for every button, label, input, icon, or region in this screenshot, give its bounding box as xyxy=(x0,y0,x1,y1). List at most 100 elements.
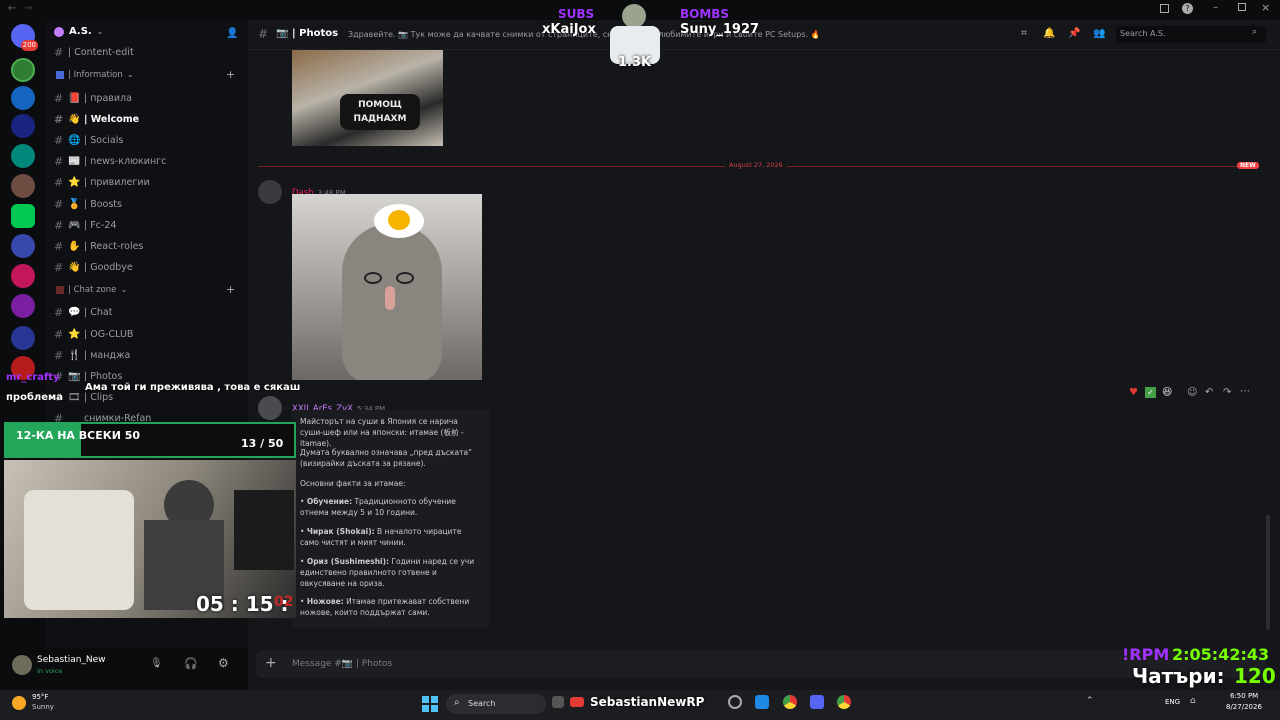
channel-item[interactable]: # 🎮 | Fc-24 xyxy=(54,215,242,235)
channel-item[interactable]: # | Content-edit xyxy=(54,42,242,62)
hash-icon: # xyxy=(54,155,64,169)
more-icon[interactable]: ⋯ xyxy=(1240,386,1250,397)
photo-attachment[interactable]: ПОМОЩ ПАДНАХМ xyxy=(292,50,443,146)
server-header[interactable]: A.S. ⌄ xyxy=(54,26,103,37)
chair xyxy=(24,490,134,610)
chrome-icon[interactable] xyxy=(837,695,851,709)
add-attachment-icon[interactable]: + xyxy=(265,655,277,671)
server-icon[interactable] xyxy=(11,326,35,350)
channel-item[interactable]: # 📕 | правила xyxy=(54,88,242,108)
message-composer[interactable]: + Message #📷 | Photos xyxy=(256,650,1266,678)
channel-item[interactable]: # 📰 | news-клюкингс xyxy=(54,152,242,172)
category-header[interactable]: | Chat zone ⌄ xyxy=(56,285,128,295)
heart-icon[interactable]: ♥ xyxy=(1129,387,1138,398)
wifi-icon[interactable]: ⌂ xyxy=(1190,696,1196,706)
channel-label: | Welcome xyxy=(84,113,140,125)
chevron-up-icon[interactable]: ⌃ xyxy=(1086,696,1094,706)
maximize-icon[interactable] xyxy=(1238,3,1246,11)
taskbar-search[interactable]: ⌕ Search xyxy=(446,694,546,714)
weather-icon[interactable] xyxy=(12,696,26,710)
settings-gear-icon[interactable]: ⚙ xyxy=(218,656,229,670)
clock-time[interactable]: 6:50 PM xyxy=(1230,692,1258,700)
server-icon[interactable] xyxy=(11,114,35,138)
add-user-icon[interactable]: 👤 xyxy=(226,28,238,39)
avatar[interactable] xyxy=(258,180,282,204)
category-header[interactable]: | Information ⌄ xyxy=(56,70,134,80)
forward-arrow-icon[interactable]: → xyxy=(24,3,32,14)
inbox-icon[interactable] xyxy=(1160,4,1169,13)
channel-item[interactable]: # 🏅 | Boosts xyxy=(54,194,242,214)
discord-home-icon[interactable]: 200 xyxy=(11,24,38,51)
channel-item[interactable]: # ⭐ | OG-CLUB xyxy=(54,324,242,344)
server-icon[interactable] xyxy=(11,174,35,198)
headphones-icon[interactable]: 🎧 xyxy=(184,657,198,670)
windows-start-icon[interactable] xyxy=(422,696,438,712)
server-icon[interactable] xyxy=(11,264,35,288)
channel-label: | Goodbye xyxy=(84,262,133,274)
server-icon[interactable] xyxy=(11,86,35,110)
channel-item[interactable]: # 🌐 | Socials xyxy=(54,130,242,150)
stream-timer-seconds: 02 xyxy=(274,594,294,610)
channel-emoji: 📕 xyxy=(68,92,81,104)
new-badge: NEW xyxy=(1237,162,1259,169)
channel-item[interactable]: # 🍴 | манджа xyxy=(54,345,242,365)
hash-icon: # xyxy=(54,239,64,253)
glasses-right xyxy=(396,272,414,284)
chrome-icon[interactable] xyxy=(783,695,797,709)
message-actions: ♥ ✓ 😆 ☺ ↶ ↷ ⋯ xyxy=(1125,386,1255,402)
app-icon[interactable] xyxy=(810,695,824,709)
channel-emoji: 🎮 xyxy=(68,219,81,231)
youtube-icon[interactable] xyxy=(570,697,584,707)
category-label: | Information xyxy=(68,70,123,80)
check-icon[interactable]: ✓ xyxy=(1145,387,1156,398)
pin-icon[interactable]: 📌 xyxy=(1068,28,1080,40)
search-box[interactable]: Search A.S. ⌕ xyxy=(1116,26,1266,43)
channel-item[interactable]: # ⭐ | привилегии xyxy=(54,173,242,193)
message-input[interactable]: Message #📷 | Photos xyxy=(292,659,392,669)
channel-emoji: 🏅 xyxy=(68,198,81,210)
server-icon[interactable] xyxy=(11,234,35,258)
forward-icon[interactable]: ↷ xyxy=(1223,387,1231,398)
back-arrow-icon[interactable]: ← xyxy=(8,3,16,14)
help-icon[interactable]: ? xyxy=(1182,3,1193,14)
category-icon xyxy=(56,285,64,294)
minimize-icon[interactable]: – xyxy=(1213,2,1218,13)
clock-date[interactable]: 8/27/2026 xyxy=(1226,703,1262,711)
app-icon[interactable] xyxy=(728,695,742,709)
chevron-down-icon: ⌄ xyxy=(120,284,128,295)
add-reaction-icon[interactable]: ☺ xyxy=(1187,387,1197,398)
photo-attachment[interactable] xyxy=(292,194,482,380)
server-icon[interactable] xyxy=(11,144,35,168)
microphone-icon[interactable]: 🎙 xyxy=(150,658,163,669)
language-indicator[interactable]: ENG xyxy=(1165,698,1180,706)
rpm-label: !RPM xyxy=(1122,645,1170,664)
username[interactable]: Sebastian_New xyxy=(37,655,106,665)
search-input[interactable]: Search A.S. xyxy=(1120,29,1166,38)
add-channel-icon[interactable]: + xyxy=(226,283,235,296)
channel-item[interactable]: # ✋ | React-roles xyxy=(54,236,242,256)
laugh-emoji-icon[interactable]: 😆 xyxy=(1162,387,1172,398)
add-channel-icon[interactable]: + xyxy=(226,68,235,81)
channel-label: | news-клюкингс xyxy=(84,156,167,168)
bell-icon[interactable]: 🔔 xyxy=(1043,28,1055,40)
scrollbar-thumb[interactable] xyxy=(1266,515,1270,630)
reply-icon[interactable]: ↶ xyxy=(1205,387,1213,398)
threads-icon[interactable]: ⌗ xyxy=(1018,28,1030,40)
channel-item[interactable]: # 👋 | Welcome xyxy=(54,109,242,129)
server-icon[interactable] xyxy=(11,204,35,228)
channel-item[interactable]: # 💬 | Chat xyxy=(54,303,242,323)
windows-taskbar: 95°F Sunny ⌕ Search SebastianNewRP ⌃ ENG… xyxy=(0,690,1280,720)
egg-yolk xyxy=(388,210,410,230)
steam-icon[interactable] xyxy=(755,695,769,709)
server-icon[interactable] xyxy=(11,58,35,82)
members-icon[interactable]: 👥 xyxy=(1093,28,1105,40)
channel-item[interactable]: # 👋 | Goodbye xyxy=(54,258,242,278)
avatar[interactable] xyxy=(12,655,32,675)
bullet-item: • Чирак (Shokai): В началото чираците са… xyxy=(300,526,482,548)
close-icon[interactable]: × xyxy=(1261,1,1270,14)
app-icon[interactable] xyxy=(552,696,564,708)
goal-label: 12-КА НА ВСЕКИ 50 xyxy=(16,429,141,442)
bullet-item: • Ножове: Итамае притежават собствени но… xyxy=(300,596,482,618)
server-icon[interactable] xyxy=(11,294,35,318)
camera-icon: 📷 xyxy=(276,28,289,39)
